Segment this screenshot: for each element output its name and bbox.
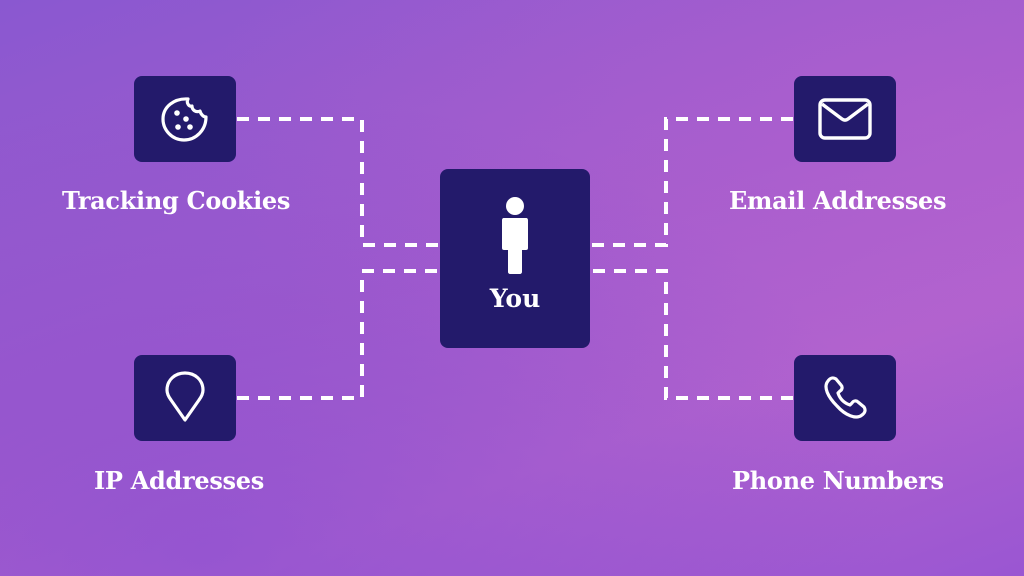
connector-phone-numbers — [590, 269, 793, 400]
node-tracking-cookies — [134, 76, 236, 162]
label-tracking-cookies: Tracking Cookies — [62, 186, 291, 215]
envelope-icon — [818, 98, 872, 140]
cookie-icon — [161, 97, 208, 142]
label-phone-numbers: Phone Numbers — [732, 466, 944, 495]
connector-email-addresses — [590, 117, 793, 247]
person-icon — [502, 197, 528, 274]
node-phone-numbers — [794, 355, 896, 441]
label-you: You — [489, 284, 541, 313]
phone-icon — [824, 376, 867, 419]
connector-tracking-cookies — [237, 117, 440, 247]
node-ip-addresses — [134, 355, 236, 441]
connector-ip-addresses — [237, 269, 440, 400]
location-pin-icon — [165, 371, 205, 422]
label-ip-addresses: IP Addresses — [94, 466, 264, 495]
node-email-addresses — [794, 76, 896, 162]
label-email-addresses: Email Addresses — [729, 186, 947, 215]
node-you: You — [440, 169, 590, 348]
